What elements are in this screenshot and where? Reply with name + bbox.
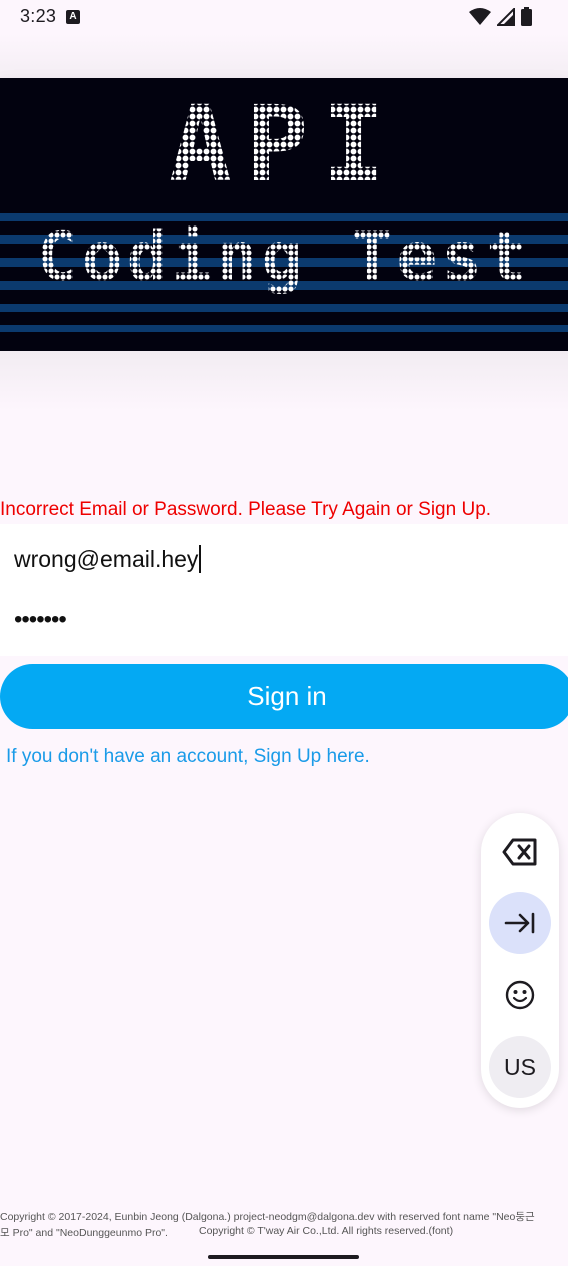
- banner-subtitle: Coding Test: [0, 220, 568, 296]
- status-icons: [469, 7, 532, 26]
- sign-up-link[interactable]: If you don't have an account, Sign Up he…: [6, 746, 370, 768]
- emoji-button[interactable]: [489, 964, 551, 1026]
- password-field[interactable]: •••••••: [0, 592, 568, 656]
- language-button[interactable]: US: [489, 1036, 551, 1098]
- email-field[interactable]: wrong@email.hey: [0, 524, 568, 592]
- keyboard-floating-toolbar: US: [481, 813, 559, 1108]
- wifi-icon: [469, 7, 491, 25]
- backspace-icon: [502, 838, 537, 866]
- status-bar: 3:23 A: [0, 0, 568, 34]
- signal-icon: [497, 7, 515, 26]
- email-input[interactable]: wrong@email.hey: [14, 545, 202, 573]
- app-bar: [0, 34, 568, 78]
- footer-font-credit: Copyright © 2017-2024, Eunbin Jeong (Dal…: [0, 1211, 535, 1223]
- banner-shadow: [0, 351, 568, 411]
- banner-title: API: [0, 92, 568, 196]
- status-time: 3:23: [20, 6, 57, 26]
- banner-image: API Coding Test: [0, 78, 568, 351]
- footer-font-name: 모 Pro" and "NeoDunggeunmo Pro".: [0, 1227, 168, 1239]
- emoji-icon: [505, 980, 535, 1010]
- backspace-button[interactable]: [489, 821, 551, 883]
- tab-icon: [504, 912, 535, 934]
- banner-stripe: [0, 304, 568, 312]
- login-error-message: Incorrect Email or Password. Please Try …: [0, 499, 492, 520]
- sign-in-button[interactable]: Sign in: [0, 664, 568, 729]
- email-value: wrong@email.hey: [14, 546, 199, 572]
- tab-button[interactable]: [489, 892, 551, 954]
- banner-stripe: [0, 325, 568, 332]
- home-indicator[interactable]: [208, 1255, 359, 1259]
- password-value[interactable]: •••••••: [14, 606, 67, 634]
- battery-icon: [521, 7, 532, 26]
- text-cursor: [199, 545, 202, 573]
- footer-copyright: Copyright © T'way Air Co.,Ltd. All right…: [199, 1225, 454, 1237]
- app-notification-icon: A: [66, 10, 80, 24]
